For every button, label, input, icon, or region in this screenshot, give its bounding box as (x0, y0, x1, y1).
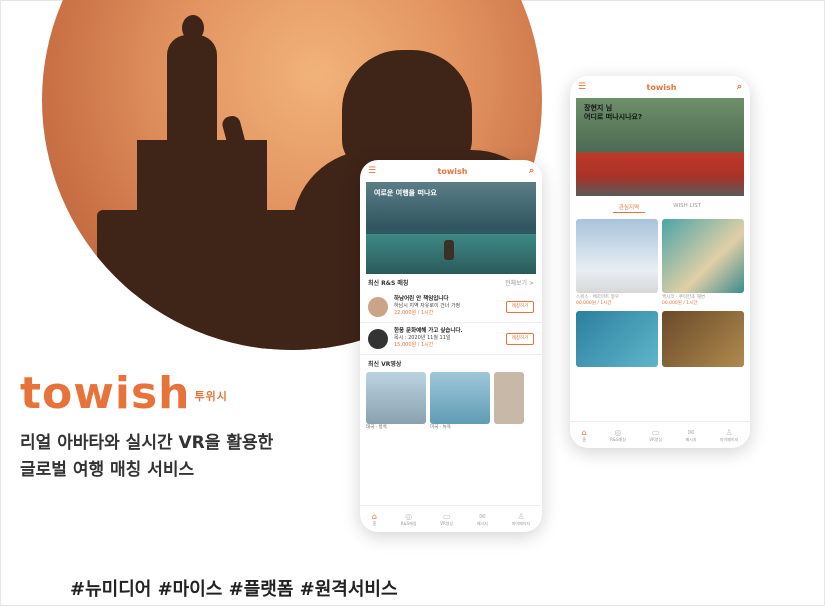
menu-icon[interactable]: ☰ (368, 166, 376, 176)
tab-mypage[interactable]: ♙ 마이페이지 (512, 512, 530, 527)
hero-banner[interactable]: 여로운 여행을 떠나요 (366, 182, 536, 274)
tab-wish-list[interactable]: WISH LIST (667, 202, 707, 213)
app-header: ☰ towish ⌕ (570, 76, 750, 98)
search-icon[interactable]: ⌕ (529, 166, 534, 176)
search-icon[interactable]: ⌕ (737, 82, 742, 92)
menu-icon[interactable]: ☰ (578, 82, 586, 92)
tab-bar: ⌂ 홈 ◎ R&S매칭 ▭ VR영상 ✉ 메시지 ♙ 마이페이지 (360, 505, 542, 532)
match-card[interactable]: 하남어린 안 책임입니다 하남시 지역 자유로이 건너 가정 22,000원 /… (360, 291, 542, 323)
greeting-banner: 장현지 님 어디로 떠나시나요? (576, 98, 744, 196)
tab-bar: ⌂ 홈 ◎ R&S매칭 ▭ VR영상 ✉ 메시지 ♙ 마이페이지 (570, 421, 750, 448)
match-card[interactable]: 한웅 문화예해 가고 싶습니다. 목시 : 2020년 11월 11일 15,0… (360, 323, 542, 355)
app-title: towish (437, 166, 468, 176)
destination-item[interactable]: 스위스 · 체르마트 봉우 00,000원 / 1시간 (576, 219, 658, 307)
mail-icon: ✉ (479, 511, 486, 521)
home-icon: ⌂ (371, 511, 377, 521)
home-icon: ⌂ (581, 427, 587, 437)
segment-tabs: 관심지역 WISH LIST (570, 196, 750, 219)
hashtags: #뉴미디어 #마이스 #플랫폼 #원격서비스 (70, 579, 398, 600)
tab-home[interactable]: ⌂ 홈 (582, 428, 587, 443)
match-icon: ◎ (614, 427, 622, 437)
tab-vr[interactable]: ▭ VR영상 (649, 428, 662, 443)
phone-mockup-right: ☰ towish ⌕ 장현지 님 어디로 떠나시나요? 관심지역 WISH LI… (570, 76, 750, 448)
vr-video-item[interactable]: 미국 · 뉴욕 (430, 372, 490, 430)
vr-icon: ▭ (442, 511, 451, 521)
user-icon: ♙ (725, 427, 733, 437)
greeting-text: 장현지 님 어디로 떠나시나요? (584, 104, 643, 121)
match-button[interactable]: 매칭하기 (506, 332, 534, 345)
destination-grid: 스위스 · 체르마트 봉우 00,000원 / 1시간 멕시코 · 쿠이칸초 해변… (570, 219, 750, 367)
tab-vr[interactable]: ▭ VR영상 (440, 512, 453, 527)
tab-interest-region[interactable]: 관심지역 (612, 202, 646, 213)
vr-video-list: 태국 · 방콕 미국 · 뉴욕 (360, 372, 542, 430)
destination-item[interactable]: 멕시코 · 쿠이칸초 해변 00,000원 / 1시간 (662, 219, 744, 307)
destination-item[interactable] (662, 311, 744, 367)
hero-text: 여로운 여행을 떠나요 (374, 189, 437, 197)
destination-item[interactable] (576, 311, 658, 367)
tab-matching[interactable]: ◎ R&S매칭 (610, 428, 626, 443)
tagline-line1: 리얼 아바타와 실시간 VR을 활용한 (20, 433, 274, 453)
tab-message[interactable]: ✉ 메시지 (685, 428, 696, 443)
tab-home[interactable]: ⌂ 홈 (372, 512, 377, 527)
tab-matching[interactable]: ◎ R&S매칭 (401, 512, 417, 527)
section-title-matching: 최신 R&S 매칭 전체보기 > (368, 278, 534, 287)
tagline-line2: 글로벌 여행 매칭 서비스 (20, 460, 195, 480)
avatar (368, 328, 388, 349)
app-header: ☰ towish ⌕ (360, 160, 542, 182)
tab-message[interactable]: ✉ 메시지 (477, 512, 488, 527)
avatar (368, 296, 388, 317)
match-icon: ◎ (405, 511, 413, 521)
section-title-vr: 최신 VR영상 (368, 361, 402, 368)
statue-silhouette (167, 35, 217, 145)
user-icon: ♙ (517, 511, 525, 521)
app-title: towish (646, 82, 677, 92)
see-all-link[interactable]: 전체보기 > (505, 278, 534, 287)
vr-icon: ▭ (651, 427, 660, 437)
tab-mypage[interactable]: ♙ 마이페이지 (720, 428, 738, 443)
match-button[interactable]: 매칭하기 (506, 300, 534, 313)
towish-logo: towish 투위시 (20, 368, 228, 419)
mail-icon: ✉ (687, 427, 695, 437)
phone-mockup-left: ☰ towish ⌕ 여로운 여행을 떠나요 최신 R&S 매칭 전체보기 > … (360, 160, 542, 532)
vr-video-item[interactable]: 태국 · 방콕 (366, 372, 426, 430)
